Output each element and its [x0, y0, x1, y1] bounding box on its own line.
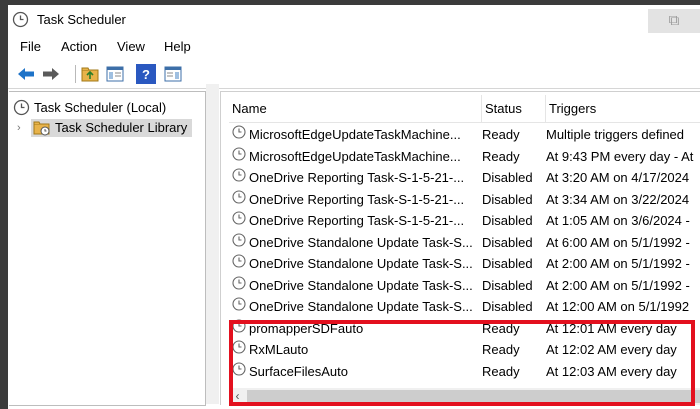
task-trigger: At 3:34 AM on 3/22/2024 — [546, 191, 690, 207]
task-status: Disabled — [482, 234, 533, 250]
column-header-name[interactable]: Name — [229, 95, 482, 122]
task-name: OneDrive Reporting Task-S-1-5-21-... — [249, 170, 465, 185]
task-trigger: At 2:00 AM on 5/1/1992 - — [546, 277, 690, 293]
task-trigger: At 12:00 AM on 5/1/1992 — [546, 299, 690, 314]
show-hide-console-tree-icon[interactable] — [105, 64, 125, 84]
task-name: MicrosoftEdgeUpdateTaskMachine... — [249, 148, 461, 164]
menu-bar: File Action View Help — [8, 34, 700, 59]
console-tree-pane — [9, 91, 206, 406]
task-name-cell: OneDrive Standalone Update Task-S... — [232, 296, 479, 318]
task-name: OneDrive Standalone Update Task-S... — [249, 234, 473, 250]
folder-up-icon[interactable] — [80, 64, 100, 84]
task-row[interactable]: OneDrive Standalone Update Task-S... Disa… — [229, 275, 700, 297]
task-status: Disabled — [482, 213, 533, 228]
clock-icon — [232, 275, 246, 297]
task-scheduler-app-icon — [12, 11, 29, 28]
task-trigger: At 9:43 PM every day - At — [546, 148, 694, 164]
tree-item-task-scheduler-library[interactable]: › Task Scheduler Library — [17, 118, 193, 137]
task-name-cell: OneDrive Standalone Update Task-S... — [232, 232, 479, 254]
column-header-triggers[interactable]: Triggers — [546, 95, 700, 122]
task-status: Disabled — [482, 191, 533, 207]
task-name-cell: OneDrive Standalone Update Task-S... — [232, 253, 479, 275]
tree-root-label: Task Scheduler (Local) — [34, 100, 167, 115]
task-status: Disabled — [482, 299, 533, 314]
expand-chevron-icon[interactable]: › — [17, 122, 31, 134]
task-trigger: At 3:20 AM on 4/17/2024 — [546, 170, 690, 185]
task-row[interactable]: OneDrive Reporting Task-S-1-5-21-... Disa… — [229, 167, 700, 189]
column-header-row: Name Status Triggers — [229, 95, 700, 123]
clock-icon — [232, 146, 246, 168]
task-name-cell: OneDrive Reporting Task-S-1-5-21-... — [232, 189, 479, 211]
task-name: OneDrive Reporting Task-S-1-5-21-... — [249, 191, 465, 207]
clock-icon — [232, 210, 246, 232]
forward-arrow-icon[interactable] — [41, 64, 61, 84]
task-row[interactable]: OneDrive Reporting Task-S-1-5-21-... Disa… — [229, 210, 700, 232]
task-status: Ready — [482, 148, 520, 164]
column-header-status[interactable]: Status — [482, 95, 546, 122]
task-row[interactable]: OneDrive Reporting Task-S-1-5-21-... Disa… — [229, 189, 700, 211]
tree-library-label: Task Scheduler Library — [55, 120, 188, 135]
clock-icon — [232, 296, 246, 318]
menu-action[interactable]: Action — [57, 37, 101, 56]
clock-icon — [232, 232, 246, 254]
tree-item-task-scheduler-local[interactable]: Task Scheduler (Local) — [13, 98, 166, 117]
task-status: Disabled — [482, 277, 533, 293]
task-name-cell: OneDrive Reporting Task-S-1-5-21-... — [232, 167, 479, 189]
task-name: OneDrive Reporting Task-S-1-5-21-... — [249, 213, 465, 228]
help-icon[interactable]: ? — [136, 64, 156, 84]
show-hide-action-pane-icon[interactable] — [163, 64, 183, 84]
folder-clock-icon — [33, 121, 50, 135]
task-status: Disabled — [482, 256, 533, 271]
menu-help[interactable]: Help — [160, 37, 195, 56]
task-row[interactable]: OneDrive Standalone Update Task-S... Disa… — [229, 232, 700, 254]
task-trigger: Multiple triggers defined — [546, 127, 685, 142]
task-row[interactable]: MicrosoftEdgeUpdateTaskMachine... Ready Mu… — [229, 124, 700, 146]
highlight-box — [229, 320, 695, 406]
task-name-cell: OneDrive Standalone Update Task-S... — [232, 275, 479, 297]
task-name-cell: MicrosoftEdgeUpdateTaskMachine... — [232, 146, 479, 168]
back-arrow-icon[interactable] — [16, 64, 36, 84]
toolbar-separator — [75, 65, 76, 83]
clock-icon — [232, 253, 246, 275]
task-trigger: At 1:05 AM on 3/6/2024 - — [546, 213, 690, 228]
task-name-cell: OneDrive Reporting Task-S-1-5-21-... — [232, 210, 479, 232]
pane-splitter[interactable] — [206, 84, 219, 404]
clock-icon — [13, 99, 30, 116]
title-bar: Task Scheduler ⧉ — [8, 5, 700, 34]
clock-icon — [232, 189, 246, 211]
toolbar: ? — [8, 60, 700, 89]
task-row[interactable]: OneDrive Standalone Update Task-S... Disa… — [229, 253, 700, 275]
window-title: Task Scheduler — [37, 12, 126, 27]
restore-button[interactable]: ⧉ — [648, 9, 700, 33]
selected-tree-item[interactable]: Task Scheduler Library — [31, 118, 193, 137]
task-status: Disabled — [482, 170, 533, 185]
task-row[interactable]: OneDrive Standalone Update Task-S... Disa… — [229, 296, 700, 318]
task-name-cell: MicrosoftEdgeUpdateTaskMachine... — [232, 124, 479, 146]
clock-icon — [232, 167, 246, 189]
task-row[interactable]: MicrosoftEdgeUpdateTaskMachine... Ready At… — [229, 146, 700, 168]
task-status: Ready — [482, 127, 520, 142]
task-name: MicrosoftEdgeUpdateTaskMachine... — [249, 127, 461, 142]
task-name: OneDrive Standalone Update Task-S... — [249, 277, 473, 293]
task-name: OneDrive Standalone Update Task-S... — [249, 256, 473, 271]
menu-view[interactable]: View — [113, 37, 149, 56]
task-trigger: At 2:00 AM on 5/1/1992 - — [546, 256, 690, 271]
clock-icon — [232, 124, 246, 146]
task-name: OneDrive Standalone Update Task-S... — [249, 299, 473, 314]
menu-file[interactable]: File — [16, 37, 45, 56]
task-trigger: At 6:00 AM on 5/1/1992 - — [546, 234, 690, 250]
